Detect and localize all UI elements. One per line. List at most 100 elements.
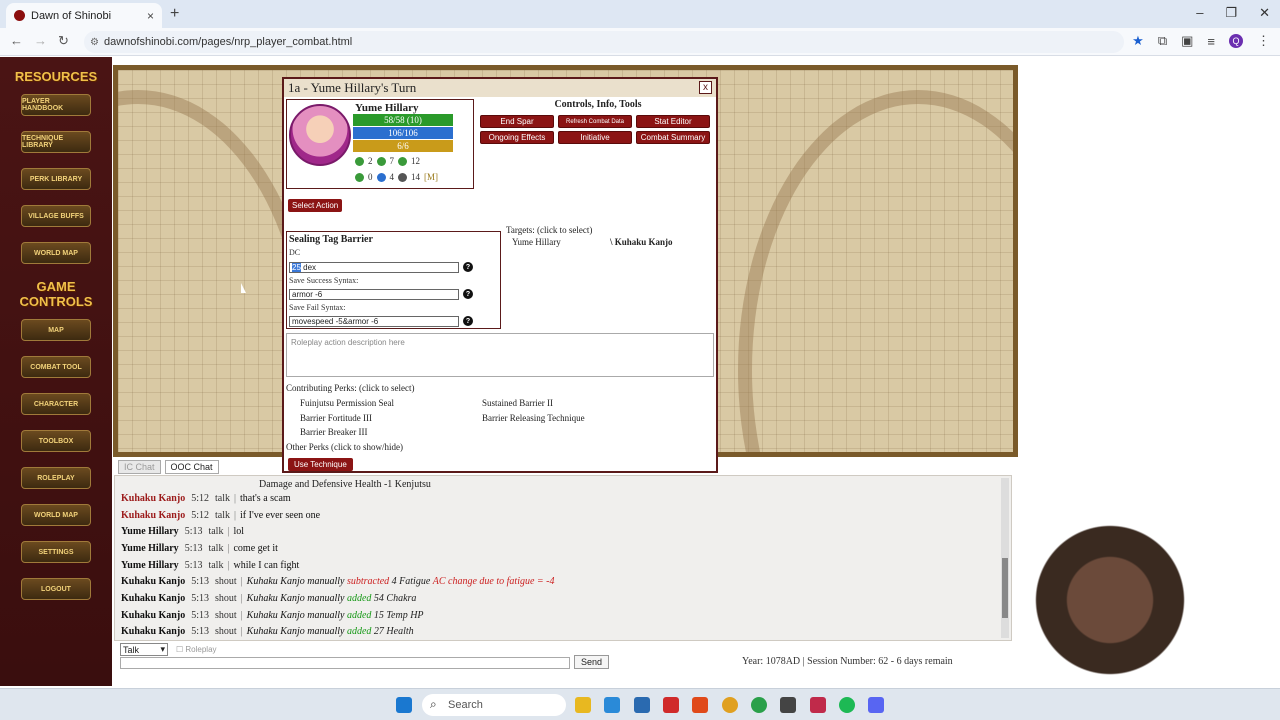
save-success-field[interactable]: armor -6 bbox=[289, 289, 459, 300]
end-spar-button[interactable]: End Spar bbox=[480, 115, 554, 128]
roleplay-description-input[interactable]: Roleplay action description here bbox=[286, 333, 714, 377]
media-icon[interactable]: ≡ bbox=[1207, 34, 1215, 49]
search-icon: ⌕ bbox=[430, 697, 437, 711]
combat-summary-button[interactable]: Combat Summary bbox=[636, 131, 710, 144]
discord-icon[interactable] bbox=[868, 697, 884, 713]
site-info-icon[interactable]: ⚙ bbox=[90, 37, 99, 48]
stat-row-1: 2 7 12 bbox=[355, 156, 420, 166]
bookmark-star-icon[interactable]: ★ bbox=[1132, 33, 1144, 49]
target-option[interactable]: Yume Hillary bbox=[512, 237, 561, 247]
sidebar-item-logout[interactable]: Logout bbox=[21, 578, 91, 600]
sidebar-item-settings[interactable]: Settings bbox=[21, 541, 91, 563]
save-fail-field[interactable]: movespeed -5&armor -6 bbox=[289, 316, 459, 327]
other-perks-toggle[interactable]: Other Perks (click to show/hide) bbox=[286, 442, 403, 452]
maximize-icon[interactable]: ❐ bbox=[1225, 5, 1237, 21]
url-bar[interactable]: ⚙ dawnofshinobi.com/pages/nrp_player_com… bbox=[84, 31, 1124, 53]
app-icon[interactable] bbox=[692, 697, 708, 713]
hp-bar: 58/58 (10) bbox=[353, 114, 453, 126]
sidebar-item-map[interactable]: Map bbox=[21, 319, 91, 341]
address-bar-row: ← → ↻ ⚙ dawnofshinobi.com/pages/nrp_play… bbox=[0, 28, 1280, 56]
save-success-label: Save Success Syntax: bbox=[289, 276, 359, 285]
app-icon[interactable] bbox=[663, 697, 679, 713]
taskbar-search[interactable]: ⌕ Search bbox=[422, 694, 566, 716]
menu-icon[interactable]: ⋮ bbox=[1257, 33, 1270, 49]
stat-icon bbox=[376, 172, 386, 182]
character-name: Yume Hillary bbox=[355, 102, 419, 114]
reload-icon[interactable]: ↻ bbox=[58, 33, 69, 49]
tab-ooc-chat[interactable]: OOC Chat bbox=[164, 460, 219, 474]
stat-editor-button[interactable]: Stat Editor bbox=[636, 115, 710, 128]
help-icon[interactable]: ? bbox=[463, 262, 473, 272]
sidebar-item-player-handbook[interactable]: Player Handbook bbox=[21, 94, 91, 116]
help-icon[interactable]: ? bbox=[463, 316, 473, 326]
forward-icon[interactable]: → bbox=[34, 33, 47, 48]
copilot-icon[interactable] bbox=[604, 697, 620, 713]
stat-icon bbox=[355, 156, 364, 166]
ongoing-effects-button[interactable]: Ongoing Effects bbox=[480, 131, 554, 144]
store-icon[interactable] bbox=[634, 697, 650, 713]
chrome-icon[interactable] bbox=[722, 697, 738, 713]
chat-message: Kuhaku Kanjo 5:13 shout | Kuhaku Kanjo manua… bbox=[121, 593, 417, 604]
back-icon[interactable]: ← bbox=[10, 33, 23, 48]
save-fail-label: Save Fail Syntax: bbox=[289, 303, 346, 312]
taskbar-search-label: Search bbox=[448, 699, 483, 711]
chat-input[interactable] bbox=[120, 657, 570, 669]
sidebar-item-world-map-2[interactable]: World Map bbox=[21, 504, 91, 526]
browser-tab[interactable]: Dawn of Shinobi × bbox=[6, 3, 162, 28]
tab-title: Dawn of Shinobi bbox=[31, 9, 112, 22]
stat-icon bbox=[376, 156, 386, 166]
sidebar-item-toolbox[interactable]: Toolbox bbox=[21, 430, 91, 452]
spotify-icon[interactable] bbox=[839, 697, 855, 713]
chat-log-header: Damage and Defensive Health -1 Kenjutsu bbox=[259, 479, 431, 490]
stat-icon bbox=[398, 156, 407, 166]
perk-option[interactable]: Barrier Fortitude III bbox=[300, 413, 372, 423]
sidebar-item-village-buffs[interactable]: Village Buffs bbox=[21, 205, 91, 227]
app-icon[interactable] bbox=[810, 697, 826, 713]
chakra-bar: 106/106 bbox=[353, 127, 453, 139]
minimize-icon[interactable]: – bbox=[1196, 5, 1203, 21]
stat-icon bbox=[355, 172, 364, 182]
perk-option[interactable]: Sustained Barrier II bbox=[482, 398, 553, 408]
roleplay-checkbox[interactable]: ☐ Roleplay bbox=[176, 645, 217, 654]
perk-option[interactable]: Fuinjutsu Permission Seal bbox=[300, 398, 394, 408]
chrome-active-icon[interactable] bbox=[751, 697, 767, 713]
use-technique-button[interactable]: Use Technique bbox=[288, 458, 353, 471]
controls-box: Controls, Info, Tools End Spar Refresh C… bbox=[480, 99, 716, 157]
site-favicon-icon bbox=[14, 10, 25, 21]
help-icon[interactable]: ? bbox=[463, 289, 473, 299]
send-button[interactable]: Send bbox=[574, 655, 610, 669]
chat-message: Yume Hillary 5:13 talk | while I can fight bbox=[121, 560, 300, 571]
chat-mode-select[interactable]: Talk ▾ bbox=[120, 643, 168, 656]
target-option-selected[interactable]: \ Kuhaku Kanjo bbox=[610, 237, 673, 247]
sidepanel-icon[interactable]: ▣ bbox=[1181, 33, 1193, 49]
targets: Targets: (click to select) Yume Hillary … bbox=[506, 225, 716, 255]
targets-label: Targets: (click to select) bbox=[506, 225, 593, 235]
initiative-button[interactable]: Initiative bbox=[558, 131, 632, 144]
perk-option[interactable]: Barrier Breaker III bbox=[300, 427, 367, 437]
modal-close-button[interactable]: x bbox=[699, 81, 712, 94]
profile-avatar[interactable]: Q bbox=[1229, 34, 1243, 48]
chat-message: Yume Hillary 5:13 talk | lol bbox=[121, 526, 245, 537]
new-tab-button[interactable]: + bbox=[170, 5, 179, 23]
refresh-combat-data-button[interactable]: Refresh Combat Data bbox=[558, 115, 632, 128]
perk-option[interactable]: Barrier Releasing Technique bbox=[482, 413, 585, 423]
select-action-button[interactable]: Select Action bbox=[288, 199, 343, 212]
extensions-icon[interactable]: ⧉ bbox=[1158, 33, 1167, 49]
sidebar-item-technique-library[interactable]: Technique Library bbox=[21, 131, 91, 153]
app-icon[interactable] bbox=[780, 697, 796, 713]
sidebar-item-roleplay[interactable]: Roleplay bbox=[21, 467, 91, 489]
dc-field[interactable]: 25 dex bbox=[289, 262, 459, 273]
technique-name: Sealing Tag Barrier bbox=[289, 234, 373, 245]
tab-ic-chat[interactable]: IC Chat bbox=[118, 460, 161, 474]
tab-close-icon[interactable]: × bbox=[147, 9, 154, 23]
sidebar-item-character[interactable]: Character bbox=[21, 393, 91, 415]
url-text: dawnofshinobi.com/pages/nrp_player_comba… bbox=[104, 36, 353, 48]
chat-message: Kuhaku Kanjo 5:12 talk | if I've ever seen o… bbox=[121, 510, 321, 521]
sidebar-item-combat-tool[interactable]: Combat Tool bbox=[21, 356, 91, 378]
sidebar-item-world-map[interactable]: World Map bbox=[21, 242, 91, 264]
close-window-icon[interactable]: ✕ bbox=[1259, 5, 1270, 21]
file-explorer-icon[interactable] bbox=[575, 697, 591, 713]
windows-start-icon[interactable] bbox=[396, 697, 412, 713]
sidebar-item-perk-library[interactable]: Perk Library bbox=[21, 168, 91, 190]
technique-panel: Sealing Tag Barrier DC 25 dex ? Save Suc… bbox=[286, 231, 501, 329]
